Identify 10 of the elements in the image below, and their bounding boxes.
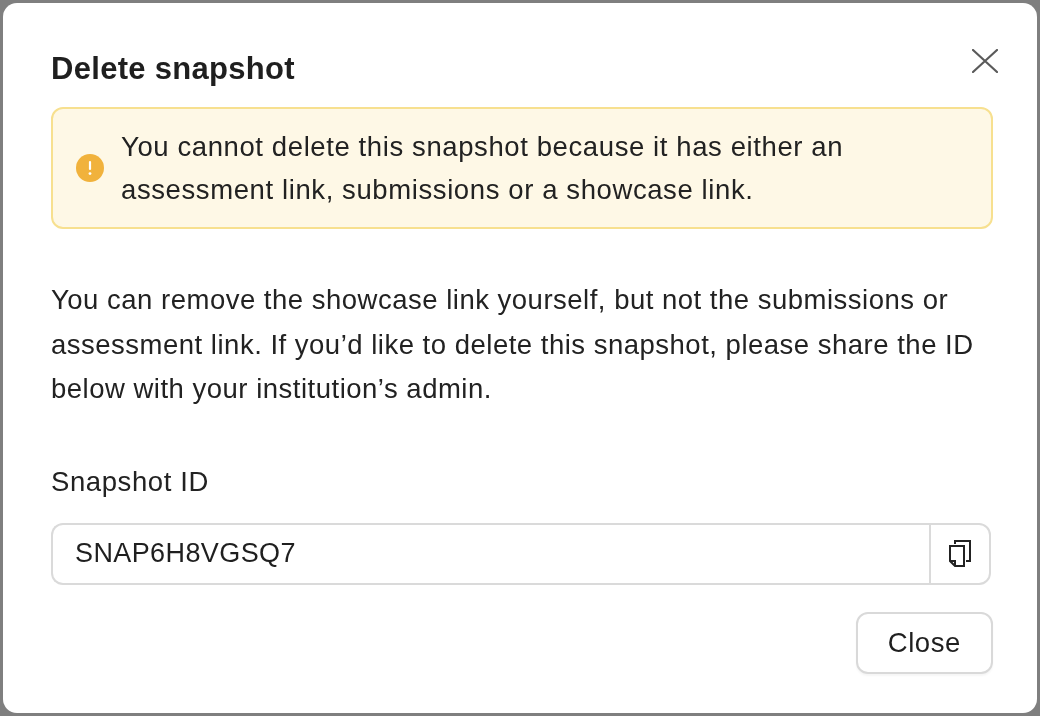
snapshot-id-field[interactable]: SNAP6H8VGSQ7 bbox=[51, 522, 929, 585]
field-label: Snapshot ID bbox=[51, 466, 209, 497]
close-icon[interactable] bbox=[972, 49, 998, 73]
description-text: You can remove the showcase link yourself, but not the submissions or assessment link. If you’d like to delete this snapshot, please share the ID below with your institution’s admin. bbox=[51, 283, 975, 406]
copy-button[interactable] bbox=[929, 522, 991, 585]
close-button[interactable]: Close bbox=[855, 611, 993, 674]
alert-message: You cannot delete this snapshot because it has either an assessment link, submissions or a showcase link. bbox=[121, 130, 845, 207]
exclamation-icon bbox=[76, 154, 104, 182]
dialog-title: Delete snapshot bbox=[51, 50, 295, 88]
copy-icon bbox=[949, 540, 971, 567]
